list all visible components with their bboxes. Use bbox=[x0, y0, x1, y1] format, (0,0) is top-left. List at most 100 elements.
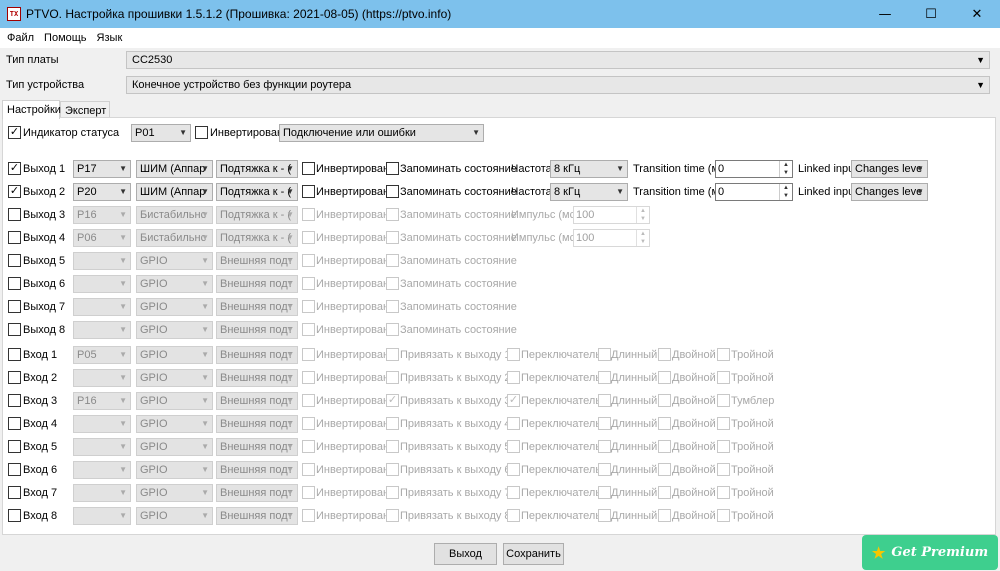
output-inverted-checkbox[interactable] bbox=[302, 323, 315, 336]
input-switch-checkbox[interactable]: ✓ bbox=[507, 394, 520, 407]
output-remember-checkbox[interactable] bbox=[386, 185, 399, 198]
output-enable-checkbox[interactable] bbox=[8, 323, 21, 336]
output-inverted-checkbox[interactable] bbox=[302, 254, 315, 267]
output-pin-select[interactable]: P16 ▼ bbox=[73, 206, 131, 224]
input-long-checkbox[interactable] bbox=[598, 486, 611, 499]
input-inverted-checkbox[interactable] bbox=[302, 463, 315, 476]
input-double-checkbox[interactable] bbox=[658, 371, 671, 384]
spin-arrows-icon[interactable]: ▲ ▼ bbox=[636, 230, 649, 246]
input-inverted-checkbox[interactable] bbox=[302, 371, 315, 384]
input-long-checkbox[interactable] bbox=[598, 463, 611, 476]
menu-help[interactable]: Помощь bbox=[41, 32, 94, 44]
input-long-checkbox[interactable] bbox=[598, 394, 611, 407]
input-long-checkbox[interactable] bbox=[598, 440, 611, 453]
input-type-select[interactable]: GPIO ▼ bbox=[136, 369, 213, 387]
input-long-checkbox[interactable] bbox=[598, 509, 611, 522]
input-type-select[interactable]: GPIO ▼ bbox=[136, 484, 213, 502]
input-pin-select[interactable]: ▼ bbox=[73, 369, 131, 387]
input-triple-checkbox[interactable] bbox=[717, 509, 730, 522]
output-enable-checkbox[interactable] bbox=[8, 277, 21, 290]
output-linked-select[interactable]: Changes leve ▼ bbox=[851, 160, 928, 178]
output-pull-select[interactable]: Подтяжка к - (▼ bbox=[216, 183, 298, 201]
menu-language[interactable]: Язык bbox=[94, 32, 130, 44]
input-triple-checkbox[interactable] bbox=[717, 417, 730, 430]
output-frequency-select[interactable]: 8 кГц ▼ bbox=[550, 183, 628, 201]
input-bind-checkbox[interactable] bbox=[386, 348, 399, 361]
input-pull-select[interactable]: Внешняя подт ▼ bbox=[216, 507, 298, 525]
input-double-checkbox[interactable] bbox=[658, 394, 671, 407]
input-triple-checkbox[interactable] bbox=[717, 440, 730, 453]
input-pin-select[interactable]: ▼ bbox=[73, 507, 131, 525]
input-switch-checkbox[interactable] bbox=[507, 348, 520, 361]
input-type-select[interactable]: GPIO ▼ bbox=[136, 415, 213, 433]
output-remember-checkbox[interactable] bbox=[386, 323, 399, 336]
output-pull-select[interactable]: Подтяжка к - (▼ bbox=[216, 160, 298, 178]
tab-settings[interactable]: Настройки bbox=[2, 100, 61, 119]
spin-arrows-icon[interactable]: ▲ ▼ bbox=[779, 184, 792, 200]
output-type-select[interactable]: Бистабильнс ▼ bbox=[136, 229, 213, 247]
output-remember-checkbox[interactable] bbox=[386, 231, 399, 244]
output-frequency-select[interactable]: 8 кГц ▼ bbox=[550, 160, 628, 178]
input-bind-checkbox[interactable] bbox=[386, 417, 399, 430]
input-triple-checkbox[interactable] bbox=[717, 486, 730, 499]
input-triple-checkbox[interactable] bbox=[717, 371, 730, 384]
input-long-checkbox[interactable] bbox=[598, 371, 611, 384]
input-bind-checkbox[interactable]: ✓ bbox=[386, 394, 399, 407]
output-type-select[interactable]: GPIO ▼ bbox=[136, 298, 213, 316]
output-pull-select[interactable]: Подтяжка к - (▼ bbox=[216, 229, 298, 247]
input-pull-select[interactable]: Внешняя подт ▼ bbox=[216, 438, 298, 456]
output-pull-select[interactable]: Внешняя подт ▼ bbox=[216, 321, 298, 339]
output-enable-checkbox[interactable] bbox=[8, 300, 21, 313]
input-enable-checkbox[interactable] bbox=[8, 509, 21, 522]
input-enable-checkbox[interactable] bbox=[8, 486, 21, 499]
input-pull-select[interactable]: Внешняя подт ▼ bbox=[216, 392, 298, 410]
input-bind-checkbox[interactable] bbox=[386, 371, 399, 384]
output-type-select[interactable]: ШИМ (Аппар ▼ bbox=[136, 183, 213, 201]
status-mode-select[interactable]: Подключение или ошибки ▼ bbox=[279, 124, 484, 142]
output-remember-checkbox[interactable] bbox=[386, 254, 399, 267]
spin-arrows-icon[interactable]: ▲ ▼ bbox=[636, 207, 649, 223]
input-pin-select[interactable]: ▼ bbox=[73, 415, 131, 433]
minimize-button[interactable]: — bbox=[862, 0, 908, 28]
input-inverted-checkbox[interactable] bbox=[302, 509, 315, 522]
input-enable-checkbox[interactable] bbox=[8, 417, 21, 430]
input-double-checkbox[interactable] bbox=[658, 348, 671, 361]
output-pin-select[interactable]: ▼ bbox=[73, 298, 131, 316]
input-pull-select[interactable]: Внешняя подт ▼ bbox=[216, 346, 298, 364]
input-long-checkbox[interactable] bbox=[598, 348, 611, 361]
output-pin-select[interactable]: P06 ▼ bbox=[73, 229, 131, 247]
input-switch-checkbox[interactable] bbox=[507, 371, 520, 384]
status-pin-select[interactable]: P01 ▼ bbox=[131, 124, 191, 142]
output-remember-checkbox[interactable] bbox=[386, 300, 399, 313]
output-pulse-stepper[interactable]: 100 ▲ ▼ bbox=[573, 206, 650, 224]
output-pin-select[interactable]: P17 ▼ bbox=[73, 160, 131, 178]
output-pin-select[interactable]: ▼ bbox=[73, 275, 131, 293]
output-pull-select[interactable]: Внешняя подт ▼ bbox=[216, 298, 298, 316]
input-double-checkbox[interactable] bbox=[658, 440, 671, 453]
output-remember-checkbox[interactable] bbox=[386, 208, 399, 221]
output-type-select[interactable]: GPIO ▼ bbox=[136, 275, 213, 293]
device-type-select[interactable]: Конечное устройство без функции роутера … bbox=[126, 76, 990, 94]
input-type-select[interactable]: GPIO ▼ bbox=[136, 461, 213, 479]
output-enable-checkbox[interactable] bbox=[8, 208, 21, 221]
status-inverted-checkbox[interactable] bbox=[195, 126, 208, 139]
board-type-select[interactable]: CC2530 ▼ bbox=[126, 51, 990, 69]
output-pull-select[interactable]: Внешняя подт ▼ bbox=[216, 275, 298, 293]
output-enable-checkbox[interactable] bbox=[8, 231, 21, 244]
input-pull-select[interactable]: Внешняя подт ▼ bbox=[216, 369, 298, 387]
input-enable-checkbox[interactable] bbox=[8, 394, 21, 407]
input-bind-checkbox[interactable] bbox=[386, 440, 399, 453]
output-inverted-checkbox[interactable] bbox=[302, 208, 315, 221]
output-linked-select[interactable]: Changes leve ▼ bbox=[851, 183, 928, 201]
input-inverted-checkbox[interactable] bbox=[302, 348, 315, 361]
output-transition-stepper[interactable]: 0 ▲ ▼ bbox=[715, 160, 793, 178]
input-pin-select[interactable]: ▼ bbox=[73, 484, 131, 502]
output-transition-stepper[interactable]: 0 ▲ ▼ bbox=[715, 183, 793, 201]
output-pin-select[interactable]: ▼ bbox=[73, 252, 131, 270]
output-inverted-checkbox[interactable] bbox=[302, 231, 315, 244]
input-pull-select[interactable]: Внешняя подт ▼ bbox=[216, 415, 298, 433]
input-switch-checkbox[interactable] bbox=[507, 486, 520, 499]
input-type-select[interactable]: GPIO ▼ bbox=[136, 438, 213, 456]
input-pull-select[interactable]: Внешняя подт ▼ bbox=[216, 484, 298, 502]
output-remember-checkbox[interactable] bbox=[386, 277, 399, 290]
